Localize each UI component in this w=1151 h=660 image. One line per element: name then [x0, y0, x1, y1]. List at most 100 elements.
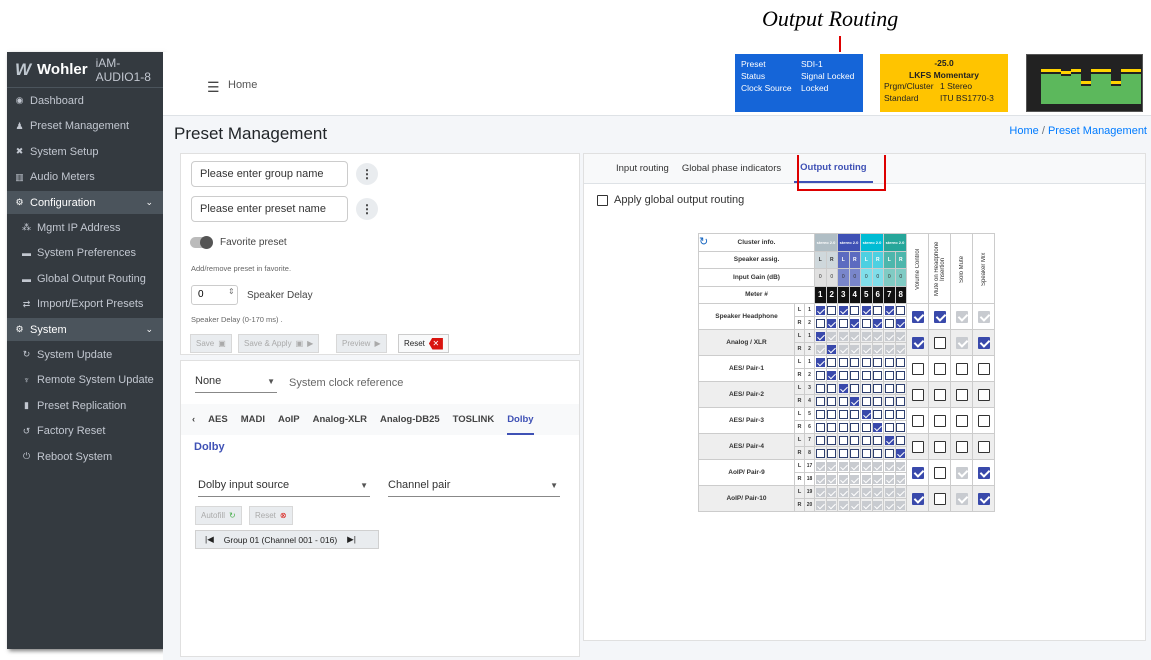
- option-checkbox[interactable]: [955, 310, 968, 323]
- route-checkbox[interactable]: [884, 331, 894, 341]
- first-page-icon[interactable]: |◀: [205, 534, 214, 545]
- route-checkbox[interactable]: [896, 422, 906, 432]
- tab-global-phase-indicators[interactable]: Global phase indicators: [682, 163, 781, 174]
- route-checkbox[interactable]: [815, 318, 825, 328]
- last-page-icon[interactable]: ▶|: [347, 534, 356, 545]
- route-checkbox[interactable]: [884, 422, 894, 432]
- option-checkbox[interactable]: [911, 466, 924, 479]
- route-checkbox[interactable]: [838, 409, 848, 419]
- autofill-reset-button[interactable]: Reset ⊗: [249, 506, 293, 525]
- route-checkbox[interactable]: [884, 500, 894, 510]
- route-checkbox[interactable]: [827, 370, 837, 380]
- route-checkbox[interactable]: [850, 344, 860, 354]
- route-checkbox[interactable]: [896, 396, 906, 406]
- route-checkbox[interactable]: [850, 357, 860, 367]
- route-checkbox[interactable]: [815, 331, 825, 341]
- route-checkbox[interactable]: [838, 487, 848, 497]
- option-checkbox[interactable]: [955, 336, 968, 349]
- preview-button[interactable]: Preview ▶: [336, 334, 387, 353]
- clock-select[interactable]: None ▼: [195, 375, 277, 393]
- route-checkbox[interactable]: [861, 435, 871, 445]
- route-checkbox[interactable]: [861, 383, 871, 393]
- route-checkbox[interactable]: [815, 500, 825, 510]
- group-menu-button[interactable]: ⋮: [356, 163, 378, 185]
- reset-button[interactable]: Reset ✕: [398, 334, 449, 353]
- route-checkbox[interactable]: [815, 474, 825, 484]
- tab-toslink[interactable]: TOSLINK: [453, 414, 495, 425]
- sidebar-item-preset-replication[interactable]: ▮ Preset Replication: [7, 393, 163, 419]
- route-checkbox[interactable]: [896, 331, 906, 341]
- audio-meter-thumbnail[interactable]: [1026, 54, 1143, 112]
- option-checkbox[interactable]: [911, 310, 924, 323]
- route-checkbox[interactable]: [884, 357, 894, 367]
- route-checkbox[interactable]: [815, 435, 825, 445]
- route-checkbox[interactable]: [861, 396, 871, 406]
- option-checkbox[interactable]: [977, 414, 990, 427]
- sidebar-item-configuration[interactable]: ⚙ Configuration ⌄: [7, 191, 163, 214]
- option-checkbox[interactable]: [933, 388, 946, 401]
- route-checkbox[interactable]: [873, 435, 883, 445]
- autofill-button[interactable]: Autofill ↻: [195, 506, 242, 525]
- route-checkbox[interactable]: [896, 357, 906, 367]
- route-checkbox[interactable]: [827, 487, 837, 497]
- route-checkbox[interactable]: [873, 396, 883, 406]
- route-checkbox[interactable]: [861, 331, 871, 341]
- route-checkbox[interactable]: [850, 409, 860, 419]
- route-checkbox[interactable]: [850, 370, 860, 380]
- route-checkbox[interactable]: [861, 474, 871, 484]
- route-checkbox[interactable]: [884, 396, 894, 406]
- sidebar-item-import-export-presets[interactable]: ⇄ Import/Export Presets: [7, 292, 163, 318]
- route-checkbox[interactable]: [861, 370, 871, 380]
- route-checkbox[interactable]: [873, 474, 883, 484]
- route-checkbox[interactable]: [838, 396, 848, 406]
- option-checkbox[interactable]: [977, 466, 990, 479]
- route-checkbox[interactable]: [838, 305, 848, 315]
- route-checkbox[interactable]: [896, 435, 906, 445]
- route-checkbox[interactable]: [884, 318, 894, 328]
- route-checkbox[interactable]: [850, 474, 860, 484]
- route-checkbox[interactable]: [861, 305, 871, 315]
- route-checkbox[interactable]: [861, 318, 871, 328]
- tab-dolby[interactable]: Dolby: [507, 414, 534, 435]
- option-checkbox[interactable]: [977, 310, 990, 323]
- route-checkbox[interactable]: [850, 383, 860, 393]
- route-checkbox[interactable]: [861, 500, 871, 510]
- route-checkbox[interactable]: [884, 383, 894, 393]
- route-checkbox[interactable]: [861, 409, 871, 419]
- route-checkbox[interactable]: [827, 344, 837, 354]
- tab-analog-xlr[interactable]: Analog-XLR: [313, 414, 367, 425]
- sidebar-item-mgmt-ip-address[interactable]: ⁂ Mgmt IP Address: [7, 215, 163, 241]
- favorite-toggle[interactable]: [190, 236, 213, 249]
- option-checkbox[interactable]: [911, 492, 924, 505]
- route-checkbox[interactable]: [815, 487, 825, 497]
- sidebar-item-system[interactable]: ⚙ System ⌄: [7, 318, 163, 341]
- route-checkbox[interactable]: [815, 409, 825, 419]
- route-checkbox[interactable]: [861, 461, 871, 471]
- route-checkbox[interactable]: [815, 396, 825, 406]
- option-checkbox[interactable]: [977, 388, 990, 401]
- sidebar-item-system-preferences[interactable]: ▬ System Preferences: [7, 241, 163, 267]
- home-link[interactable]: Home: [228, 79, 257, 91]
- route-checkbox[interactable]: [838, 500, 848, 510]
- route-checkbox[interactable]: [884, 344, 894, 354]
- route-checkbox[interactable]: [850, 461, 860, 471]
- route-checkbox[interactable]: [850, 318, 860, 328]
- route-checkbox[interactable]: [873, 357, 883, 367]
- option-checkbox[interactable]: [933, 466, 946, 479]
- tab-analog-db25[interactable]: Analog-DB25: [380, 414, 440, 425]
- option-checkbox[interactable]: [955, 492, 968, 505]
- route-checkbox[interactable]: [827, 383, 837, 393]
- sidebar-item-audio-meters[interactable]: ▥ Audio Meters: [7, 165, 163, 191]
- route-checkbox[interactable]: [873, 344, 883, 354]
- route-checkbox[interactable]: [896, 487, 906, 497]
- route-checkbox[interactable]: [827, 435, 837, 445]
- route-checkbox[interactable]: [838, 474, 848, 484]
- route-checkbox[interactable]: [884, 448, 894, 458]
- route-checkbox[interactable]: [850, 331, 860, 341]
- route-checkbox[interactable]: [827, 396, 837, 406]
- option-checkbox[interactable]: [911, 440, 924, 453]
- route-checkbox[interactable]: [896, 305, 906, 315]
- sidebar-item-reboot-system[interactable]: ⏻ Reboot System: [7, 444, 163, 470]
- route-checkbox[interactable]: [827, 331, 837, 341]
- option-checkbox[interactable]: [955, 362, 968, 375]
